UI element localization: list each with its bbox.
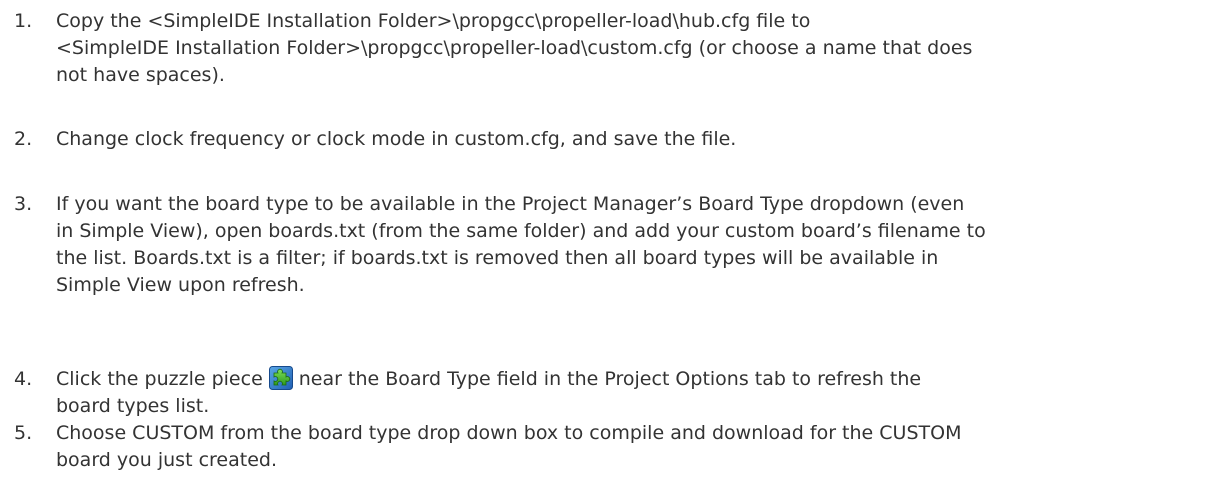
step-line: in Simple View), open boards.txt (from t… [56,220,986,242]
step-number: 1. [14,10,33,32]
step-text: If you want the board type to be availab… [56,191,1206,299]
step-number: 5. [14,422,33,444]
step-text: Copy the <SimpleIDE Installation Folder>… [56,8,1206,89]
step-text: Click the puzzle piece near the Board Ty… [56,366,1206,420]
step-number: 3. [14,193,33,215]
step-line: board types list. [56,395,210,417]
step-line: Change clock frequency or clock mode in … [56,128,737,150]
step-line: board you just created. [56,449,277,471]
step-line: Choose CUSTOM from the board type drop d… [56,422,962,444]
step-line: the list. Boards.txt is a filter; if boa… [56,247,939,269]
step-number: 4. [14,368,33,390]
step-text: Choose CUSTOM from the board type drop d… [56,420,1206,474]
step-line: If you want the board type to be availab… [56,193,965,215]
step-line: not have spaces). [56,64,225,86]
instructions-document: 1. Copy the <SimpleIDE Installation Fold… [0,0,1220,479]
step-number: 2. [14,128,33,150]
step-line: <SimpleIDE Installation Folder>\propgcc\… [56,37,973,59]
step-line-before-icon: Click the puzzle piece [56,368,263,390]
step-line: Click the puzzle piece near the Board Ty… [56,366,1206,393]
puzzle-piece-icon [268,366,293,390]
step-text: Change clock frequency or clock mode in … [56,126,1206,153]
step-line: Copy the <SimpleIDE Installation Folder>… [56,10,811,32]
step-line-after-icon: near the Board Type field in the Project… [298,368,922,390]
step-line: Simple View upon refresh. [56,274,305,296]
